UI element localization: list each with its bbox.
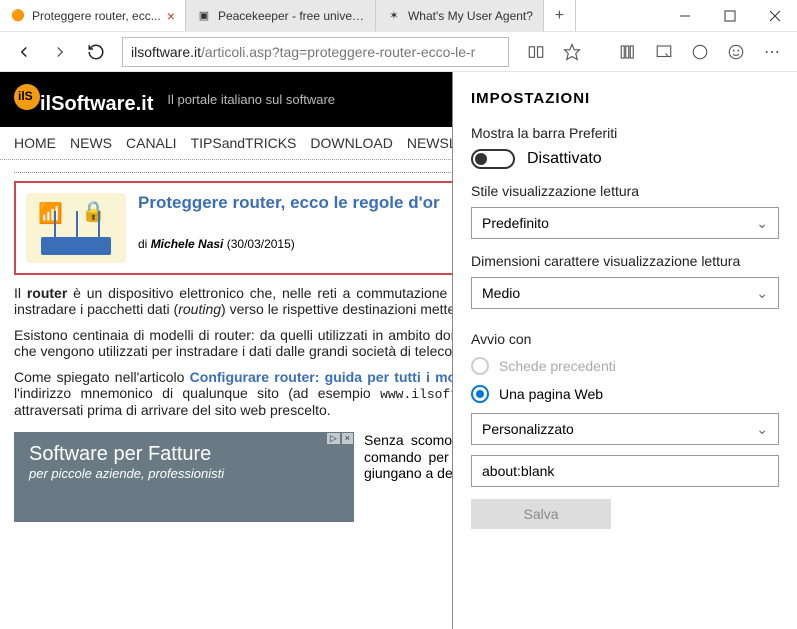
ad-close-icon[interactable]: × (342, 433, 353, 444)
url-path: /articoli.asp?tag=proteggere-router-ecco… (201, 44, 475, 60)
tab-1[interactable]: ▣ Peacekeeper - free univers... (186, 0, 376, 31)
article-date: (30/03/2015) (223, 237, 294, 251)
radio-icon (471, 357, 489, 375)
tab-title: Proteggere router, ecc... (32, 9, 161, 23)
refresh-button[interactable] (80, 36, 112, 68)
save-button[interactable]: Salva (471, 499, 611, 529)
reading-view-icon[interactable] (519, 36, 553, 68)
article-title[interactable]: Proteggere router, ecco le regole d'or (138, 193, 440, 213)
forward-button[interactable] (44, 36, 76, 68)
logo-text: ilSoftware.it (40, 93, 153, 116)
titlebar: 🟠 Proteggere router, ecc... × ▣ Peacekee… (0, 0, 797, 32)
nav-news[interactable]: NEWS (70, 135, 112, 151)
adchoices-icon[interactable]: ▷ (327, 433, 340, 444)
radio-icon (471, 385, 489, 403)
tab-2[interactable]: ✶ What's My User Agent? (376, 0, 544, 31)
new-tab-button[interactable]: + (544, 0, 576, 31)
address-bar[interactable]: ilsoftware.it/articoli.asp?tag=protegger… (122, 37, 509, 67)
toolbar-actions: ⋯ (519, 36, 789, 68)
lock-icon: 🔒 (81, 199, 106, 224)
reading-style-label: Stile visualizzazione lettura (471, 183, 779, 199)
nav-tips[interactable]: TIPSandTRICKS (191, 135, 297, 151)
tab-0[interactable]: 🟠 Proteggere router, ecc... × (0, 0, 186, 31)
ad-headline: Software per Fatture (29, 443, 339, 466)
reading-font-select[interactable]: Medio ⌄ (471, 277, 779, 309)
url-domain: ilsoftware.it (131, 44, 201, 60)
content-area: ilSoftware.it Il portale italiano sul so… (0, 72, 797, 629)
site-tagline: Il portale italiano sul software (167, 92, 335, 107)
site-logo[interactable]: ilSoftware.it (14, 84, 153, 116)
logo-icon (14, 84, 40, 110)
article-author: Michele Nasi (151, 237, 224, 251)
maximize-button[interactable] (707, 0, 752, 31)
favicon-ilsoftware: 🟠 (10, 8, 26, 24)
tab-title: Peacekeeper - free univers... (218, 9, 365, 23)
tab-strip: 🟠 Proteggere router, ecc... × ▣ Peacekee… (0, 0, 662, 31)
chevron-down-icon: ⌄ (756, 421, 768, 438)
article-thumbnail: 📶 🔒 (26, 193, 126, 263)
radio-web-page[interactable]: Una pagina Web (471, 385, 779, 403)
article-byline: di Michele Nasi (30/03/2015) (138, 237, 440, 251)
radio-previous-tabs[interactable]: Schede precedenti (471, 357, 779, 375)
close-window-button[interactable] (752, 0, 797, 31)
toolbar: ilsoftware.it/articoli.asp?tag=protegger… (0, 32, 797, 72)
feedback-icon[interactable] (719, 36, 753, 68)
start-page-input[interactable] (471, 455, 779, 487)
favorite-icon[interactable] (555, 36, 589, 68)
back-button[interactable] (8, 36, 40, 68)
favorites-bar-toggle[interactable] (471, 149, 515, 169)
nav-home[interactable]: HOME (14, 135, 56, 151)
nav-download[interactable]: DOWNLOAD (310, 135, 392, 151)
webnote-icon[interactable] (647, 36, 681, 68)
window-controls (662, 0, 797, 31)
favicon-useragent: ✶ (386, 8, 402, 24)
settings-panel: IMPOSTAZIONI Mostra la barra Preferiti D… (452, 72, 797, 629)
hub-icon[interactable] (611, 36, 645, 68)
start-with-label: Avvio con (471, 331, 779, 347)
wifi-icon: 📶 (38, 201, 63, 226)
reading-font-label: Dimensioni carattere visualizzazione let… (471, 253, 779, 269)
chevron-down-icon: ⌄ (756, 215, 768, 232)
favorites-bar-label: Mostra la barra Preferiti (471, 125, 779, 141)
ad-subline: per piccole aziende, professionisti (29, 466, 339, 481)
nav-canali[interactable]: CANALI (126, 135, 177, 151)
reading-style-select[interactable]: Predefinito ⌄ (471, 207, 779, 239)
tab-title: What's My User Agent? (408, 9, 533, 23)
minimize-button[interactable] (662, 0, 707, 31)
chevron-down-icon: ⌄ (756, 285, 768, 302)
start-page-select[interactable]: Personalizzato ⌄ (471, 413, 779, 445)
close-tab-icon[interactable]: × (167, 8, 175, 24)
more-icon[interactable]: ⋯ (755, 36, 789, 68)
share-icon[interactable] (683, 36, 717, 68)
panel-heading: IMPOSTAZIONI (471, 90, 779, 107)
favicon-peacekeeper: ▣ (196, 8, 212, 24)
toggle-state-text: Disattivato (527, 150, 602, 168)
ad-banner[interactable]: ▷× Software per Fatture per piccole azie… (14, 432, 354, 522)
